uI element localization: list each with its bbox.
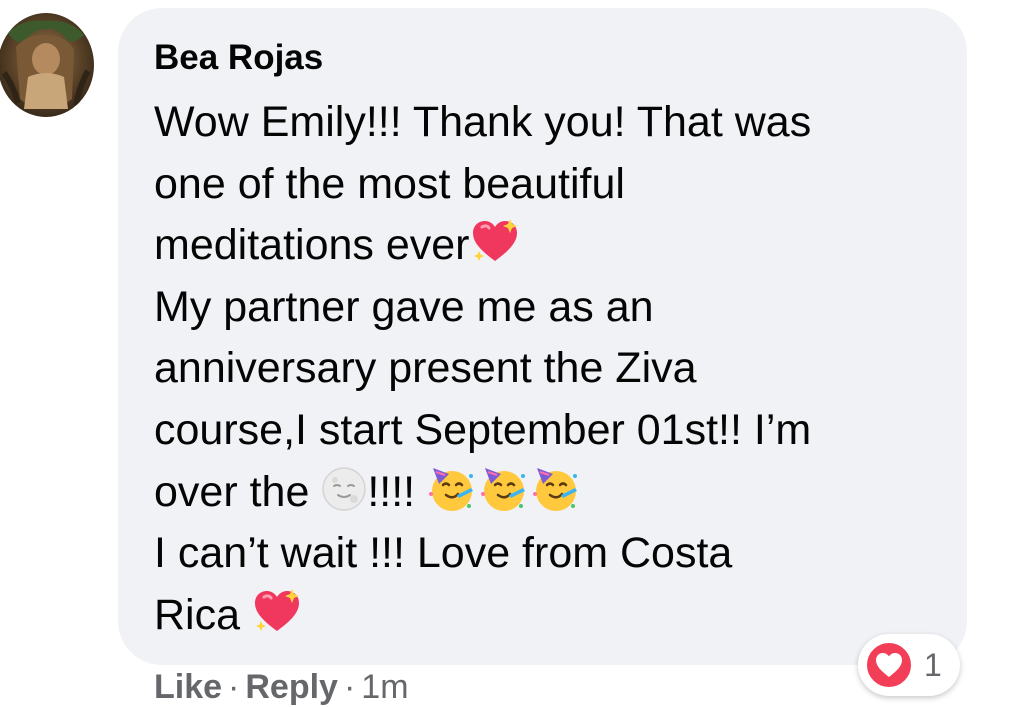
like-button[interactable]: Like <box>154 668 222 706</box>
avatar[interactable] <box>0 13 94 117</box>
comment-line: I can’t wait !!! Love from Costa <box>154 529 733 578</box>
separator: · <box>228 668 240 706</box>
comment-line: anniversary present the Ziva <box>154 344 697 393</box>
comment-line: over the !!!! <box>154 462 811 524</box>
reply-button[interactable]: Reply <box>245 668 338 706</box>
partying-face-emoji <box>427 464 477 514</box>
partying-face-emoji <box>479 464 529 514</box>
separator: · <box>343 668 356 706</box>
sparkling-heart-emoji <box>252 587 302 637</box>
comment-container: Bea Rojas Wow Emily!!! Thank you! That w… <box>0 0 1015 707</box>
timestamp[interactable]: 1m <box>361 668 408 706</box>
comment-line: meditations ever <box>154 215 811 277</box>
comment-text: Wow Emily!!! Thank you! That was one of … <box>154 92 811 646</box>
comment-author[interactable]: Bea Rojas <box>154 38 323 78</box>
reaction-summary[interactable]: 1 <box>858 634 960 696</box>
comment-line: My partner gave me as an <box>154 282 654 331</box>
avatar-image <box>0 13 94 117</box>
partying-face-emoji <box>531 464 581 514</box>
comment-line: one of the most beautiful <box>154 159 625 208</box>
comment-line: course,I start September 01st!! I’m <box>154 405 812 454</box>
comment-line: Rica <box>154 585 811 647</box>
sparkling-heart-emoji <box>470 217 520 267</box>
love-reaction-icon <box>864 640 914 690</box>
reaction-count: 1 <box>924 646 942 683</box>
full-moon-face-emoji <box>321 466 367 512</box>
comment-actions: Like · Reply · 1m <box>154 668 409 707</box>
comment-line: Wow Emily!!! Thank you! That was <box>154 98 812 146</box>
